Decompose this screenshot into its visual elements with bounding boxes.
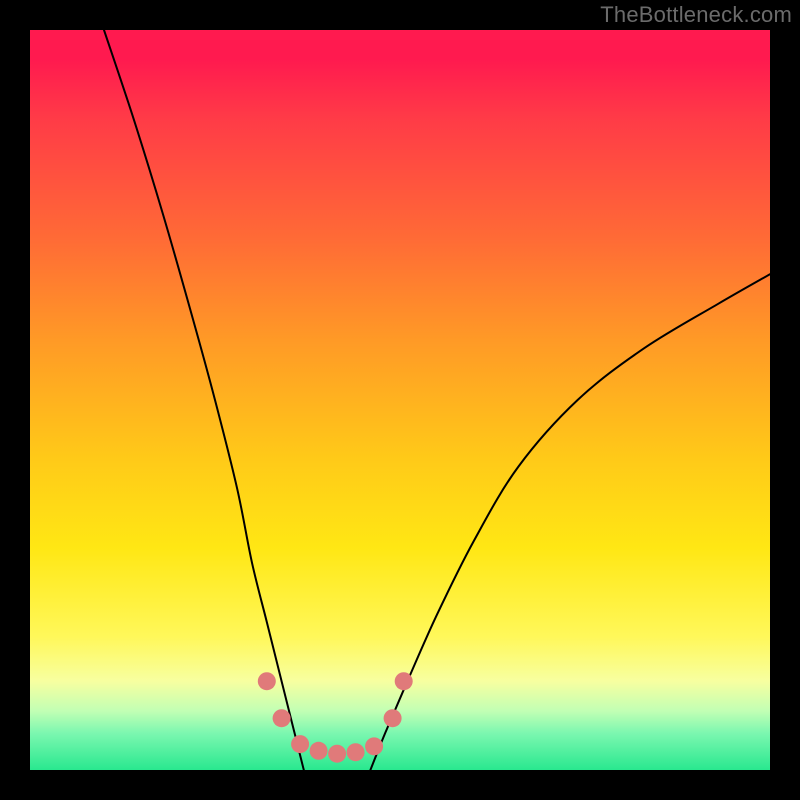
floor-markers — [258, 672, 413, 763]
curves-svg — [30, 30, 770, 770]
outer-frame: TheBottleneck.com — [0, 0, 800, 800]
right-curve — [370, 274, 770, 770]
left-curve — [104, 30, 304, 770]
plot-area — [30, 30, 770, 770]
watermark-text: TheBottleneck.com — [600, 2, 792, 28]
